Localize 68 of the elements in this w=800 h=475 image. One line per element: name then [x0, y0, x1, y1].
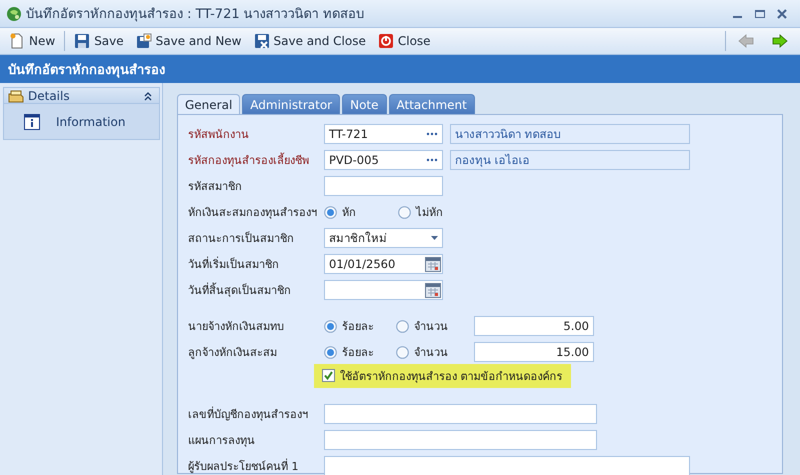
- radio-label: ไม่หัก: [416, 205, 443, 221]
- display-field: นางสาววนิดา ทดสอบ: [450, 124, 690, 144]
- info-icon: [24, 114, 40, 130]
- field-label: วันที่เริ่มเป็นสมาชิก: [188, 256, 280, 273]
- field-label: นายจ้างหักเงินสมทบ: [188, 319, 285, 335]
- field-label: สถานะการเป็นสมาชิก: [188, 230, 295, 247]
- checkbox-label: ใช้อัตราหักกองทุนสำรอง ตามข้อกำหนดองค์กร: [340, 368, 562, 384]
- field-label: หักเงินสะสมกองทุนสำรองฯ: [188, 205, 318, 221]
- input-field[interactable]: 5.00: [474, 316, 594, 336]
- new-document-icon: [9, 33, 25, 49]
- ellipsis-icon[interactable]: [426, 132, 438, 136]
- save-and-new-icon: [136, 33, 152, 49]
- panel-title: Details: [28, 88, 71, 102]
- radio-button[interactable]: [398, 206, 411, 218]
- toolbar-button[interactable]: Close: [374, 31, 434, 51]
- field-label: แผนการลงทุน: [188, 433, 256, 449]
- ellipsis-icon[interactable]: [426, 158, 438, 162]
- tab[interactable]: Administrator: [242, 94, 340, 114]
- calendar-icon[interactable]: [425, 282, 441, 298]
- toolbar-button[interactable]: Save and Close: [250, 31, 369, 51]
- tab[interactable]: General: [177, 94, 240, 114]
- tab[interactable]: Attachment: [388, 94, 475, 114]
- radio-button[interactable]: [324, 206, 337, 218]
- toolbar-button[interactable]: Save and New: [132, 31, 244, 51]
- folder-icon: [8, 88, 24, 102]
- input-field[interactable]: TT-721: [324, 124, 443, 144]
- input-field[interactable]: [324, 404, 597, 424]
- window-title: บันทึกอัตราหักกองทุนสำรอง : TT-721 นางสาววนิดา ทดสอบ: [26, 6, 365, 24]
- checkbox[interactable]: [322, 369, 335, 382]
- field-label: รหัสพนักงาน: [188, 127, 250, 143]
- left-arrow-icon: [738, 33, 754, 49]
- calendar-icon[interactable]: [425, 256, 441, 272]
- display-field: กองทุน เอไอเอ: [450, 150, 690, 170]
- tab[interactable]: Note: [342, 94, 387, 114]
- toolbar-button[interactable]: New: [6, 31, 58, 51]
- close-icon: [378, 33, 394, 49]
- input-field[interactable]: 15.00: [474, 342, 594, 362]
- field-label: ผู้รับผลประโยชน์คนที่ 1: [188, 458, 300, 475]
- input-field[interactable]: PVD-005: [324, 150, 443, 170]
- right-arrow-icon: [772, 33, 788, 49]
- save-and-close-icon: [254, 33, 270, 49]
- toolbar-button[interactable]: Save: [71, 31, 127, 51]
- field-label: วันที่สิ้นสุดเป็นสมาชิก: [188, 282, 292, 299]
- field-label: รหัสสมาชิก: [188, 179, 243, 195]
- input-field[interactable]: [324, 280, 443, 300]
- radio-button[interactable]: [324, 320, 337, 332]
- globe-icon: [6, 6, 22, 22]
- radio-button[interactable]: [396, 320, 409, 332]
- radio-label: จำนวน: [414, 345, 448, 361]
- radio-label: ร้อยละ: [342, 319, 374, 335]
- dropdown-caret-icon[interactable]: [431, 236, 438, 240]
- radio-button[interactable]: [324, 346, 337, 358]
- input-field[interactable]: 01/01/2560: [324, 254, 443, 274]
- input-field[interactable]: สมาชิกใหม่: [324, 228, 443, 248]
- field-label: เลขที่บัญชีกองทุนสำรองฯ: [188, 406, 309, 423]
- collapse-icon[interactable]: [143, 90, 153, 102]
- radio-label: จำนวน: [414, 319, 448, 335]
- field-label: รหัสกองทุนสำรองเลี้ยงชีพ: [188, 152, 310, 169]
- save-icon: [74, 33, 90, 49]
- close-icon[interactable]: [776, 8, 788, 20]
- radio-button[interactable]: [396, 346, 409, 358]
- radio-label: หัก: [342, 205, 356, 221]
- input-field[interactable]: [324, 430, 597, 450]
- radio-label: ร้อยละ: [342, 345, 374, 361]
- page-header: บันทึกอัตราหักกองทุนสำรอง: [0, 55, 800, 83]
- input-field[interactable]: [324, 176, 443, 196]
- input-field[interactable]: [324, 456, 690, 475]
- field-label: ลูกจ้างหักเงินสะสม: [188, 345, 278, 361]
